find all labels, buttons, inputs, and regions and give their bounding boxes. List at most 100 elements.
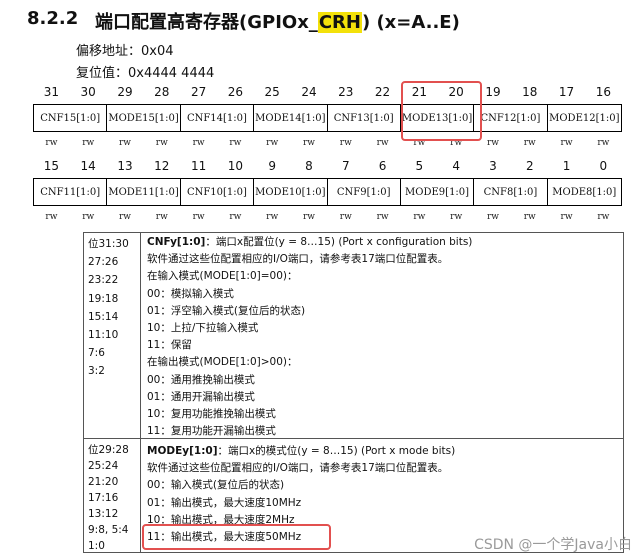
title-suffix: ) (x=A..E) <box>361 12 460 33</box>
register-field: CNF9[1:0] <box>328 179 401 205</box>
access-label: rw <box>302 138 315 148</box>
description-line: 10：上拉/下拉输入模式 <box>147 321 259 334</box>
access-label: rw <box>523 212 536 222</box>
offset-address: 偏移地址：0x04 <box>76 44 174 59</box>
cnf-field-desc: ：端口x配置位(y = 8…15) (Port x configuration … <box>205 236 473 248</box>
cnf-description-row: 位31:30 27:26 23:22 19:18 15:14 11:10 7:6… <box>84 233 623 439</box>
bit-number: 17 <box>558 85 575 99</box>
bit-number: 23 <box>338 85 354 99</box>
bit-range: 15:14 <box>88 310 119 323</box>
mode-bit-list: 位29:28 25:24 21:20 17:16 13:12 9:8, 5:4 … <box>84 439 141 552</box>
bit-number: 12 <box>154 159 170 173</box>
bit-number: 0 <box>599 159 608 173</box>
bit-number: 16 <box>595 85 611 99</box>
description-line: 软件通过这些位配置相应的I/O端口，请参考表17端口位配置表。 <box>147 253 449 266</box>
register-field: MODE14[1:0] <box>254 105 328 131</box>
register-field: CNF8[1:0] <box>474 179 548 205</box>
description-line: 00：输入模式(复位后的状态) <box>147 479 285 492</box>
access-label: rw <box>339 212 352 222</box>
bit-number: 6 <box>378 159 387 173</box>
cnf-title: CNFy[1:0]：端口x配置位(y = 8…15) (Port x confi… <box>147 234 623 251</box>
mode-field-name: MODEy[1:0] <box>147 445 218 457</box>
access-label: rw <box>597 212 610 222</box>
description-line: 在输出模式(MODE[1:0]>00)： <box>147 356 298 369</box>
access-label: rw <box>45 138 58 148</box>
register-field: CNF15[1:0] <box>34 105 108 131</box>
access-label: rw <box>376 138 389 148</box>
bit-number: 5 <box>415 159 424 173</box>
bit-range: 17:16 <box>88 492 119 504</box>
bit-range: 3:2 <box>88 365 105 378</box>
access-label: rw <box>339 138 352 148</box>
access-row-high: rw rw rw rw rw rw rw rw rw rw rw rw rw r… <box>33 138 622 148</box>
access-label: rw <box>229 212 242 222</box>
register-fields-low: CNF11[1:0] MODE11[1:0] CNF10[1:0] MODE10… <box>33 178 622 206</box>
bit-number: 9 <box>268 159 276 173</box>
bit-range: 位29:28 <box>88 444 129 456</box>
bit-number: 22 <box>374 85 391 99</box>
bit-number: 15 <box>43 159 60 173</box>
title-highlight-crh: CRH <box>317 12 362 33</box>
register-field: MODE9[1:0] <box>401 179 475 205</box>
description-line: 01：输出模式，最大速度10MHz <box>147 496 302 509</box>
bit-range: 7:6 <box>88 347 105 360</box>
csdn-watermark: CSDN @一个学Java小白 <box>474 537 632 553</box>
description-line: 软件通过这些位配置相应的I/O端口，请参考表17端口位配置表。 <box>147 462 449 475</box>
bit-number: 1 <box>562 159 571 173</box>
description-line: 11：复用功能开漏输出模式 <box>147 425 276 438</box>
bit-number: 28 <box>154 85 170 99</box>
bit-range: 23:22 <box>88 274 119 287</box>
cnf-field-name: CNFy[1:0] <box>147 236 206 248</box>
bit-range: 13:12 <box>88 508 119 520</box>
access-row-low: rw rw rw rw rw rw rw rw rw rw rw rw rw r… <box>33 212 622 222</box>
bit-number: 24 <box>301 85 317 99</box>
annotation-box-mode13 <box>401 81 482 141</box>
reset-value: 复位值：0x4444 4444 <box>76 66 215 81</box>
bit-numbers-high: 31 30 29 28 27 26 25 24 23 22 21 20 19 1… <box>33 85 622 99</box>
bit-number: 3 <box>489 159 497 173</box>
description-line: 01：浮空输入模式(复位后的状态) <box>147 304 306 317</box>
description-line: 10：复用功能推挽输出模式 <box>147 407 276 420</box>
bit-range: 11:10 <box>88 328 119 341</box>
access-label: rw <box>376 212 389 222</box>
bit-range: 19:18 <box>88 292 119 305</box>
bit-range: 21:20 <box>88 476 119 488</box>
bit-number: 8 <box>305 159 313 173</box>
register-field: MODE8[1:0] <box>552 186 617 198</box>
cnf-bit-list: 位31:30 27:26 23:22 19:18 15:14 11:10 7:6… <box>84 233 141 438</box>
register-fields-high: CNF15[1:0] MODE15[1:0] CNF14[1:0] MODE14… <box>33 104 622 132</box>
description-line: 在输入模式(MODE[1:0]=00)： <box>147 270 298 283</box>
register-field: CNF11[1:0] <box>34 179 108 205</box>
bit-number: 31 <box>43 85 60 99</box>
access-label: rw <box>192 138 205 148</box>
description-line: 01：通用开漏输出模式 <box>147 390 255 403</box>
register-field: CNF13[1:0] <box>328 105 401 131</box>
bit-number: 30 <box>80 85 96 99</box>
description-line: 00：模拟输入模式 <box>147 287 234 300</box>
register-field: CNF12[1:0] <box>474 105 548 131</box>
bit-range: 25:24 <box>88 460 119 472</box>
bit-number: 10 <box>227 159 244 173</box>
cnf-description: CNFy[1:0]：端口x配置位(y = 8…15) (Port x confi… <box>141 233 623 438</box>
access-label: rw <box>597 138 610 148</box>
register-field: MODE11[1:0] <box>107 179 181 205</box>
access-label: rw <box>560 212 573 222</box>
section-number: 8.2.2 <box>27 8 79 29</box>
bit-range: 9:8, 5:4 <box>88 524 129 536</box>
bit-range: 27:26 <box>88 256 119 269</box>
register-field: CNF10[1:0] <box>181 179 255 205</box>
access-label: rw <box>302 212 315 222</box>
access-label: rw <box>450 212 463 222</box>
access-label: rw <box>486 212 499 222</box>
bit-number: 27 <box>190 85 207 99</box>
description-line: 11：保留 <box>147 339 192 352</box>
register-field: MODE15[1:0] <box>107 105 181 131</box>
description-line: 00：通用推挽输出模式 <box>147 373 255 386</box>
bit-number: 2 <box>525 159 534 173</box>
access-label: rw <box>155 212 168 222</box>
bit-number: 7 <box>341 159 350 173</box>
bit-range: 1:0 <box>88 540 105 552</box>
bit-number: 13 <box>117 159 133 173</box>
register-field: MODE10[1:0] <box>254 179 328 205</box>
bit-number: 4 <box>452 159 460 173</box>
